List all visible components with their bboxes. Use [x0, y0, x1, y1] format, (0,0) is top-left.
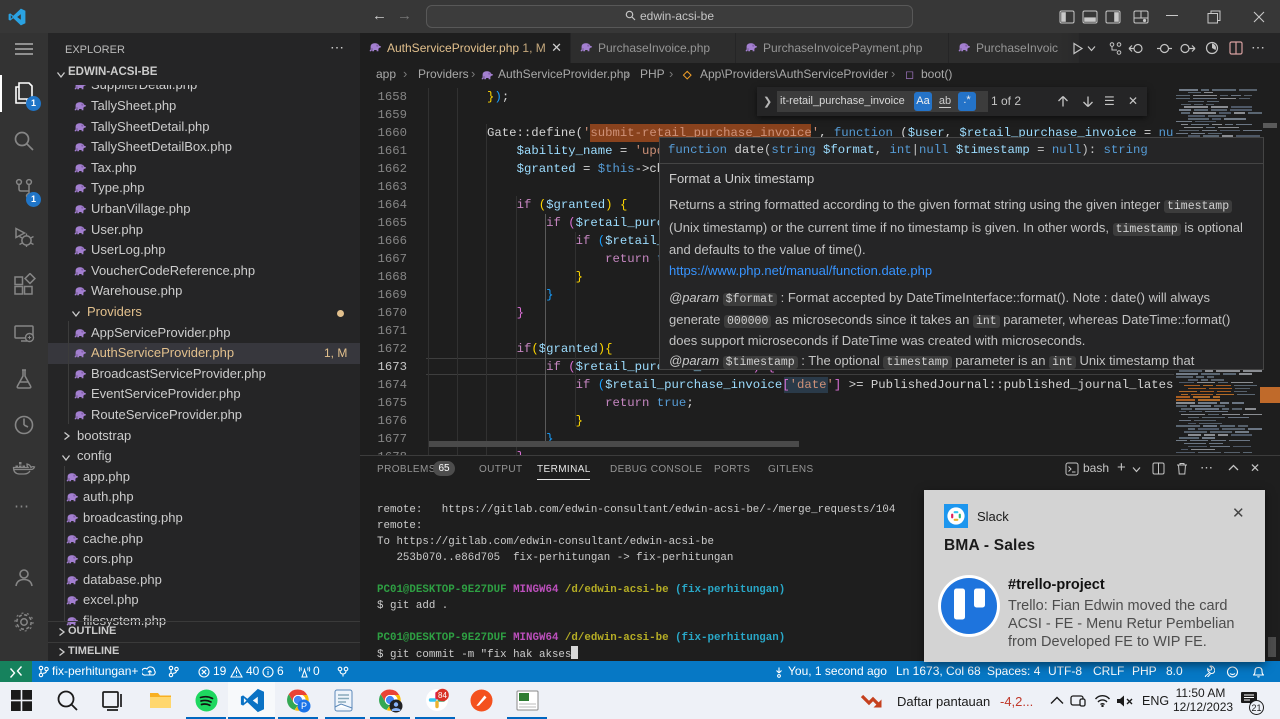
- svg-text:84: 84: [438, 691, 447, 700]
- svg-text:P: P: [301, 701, 307, 711]
